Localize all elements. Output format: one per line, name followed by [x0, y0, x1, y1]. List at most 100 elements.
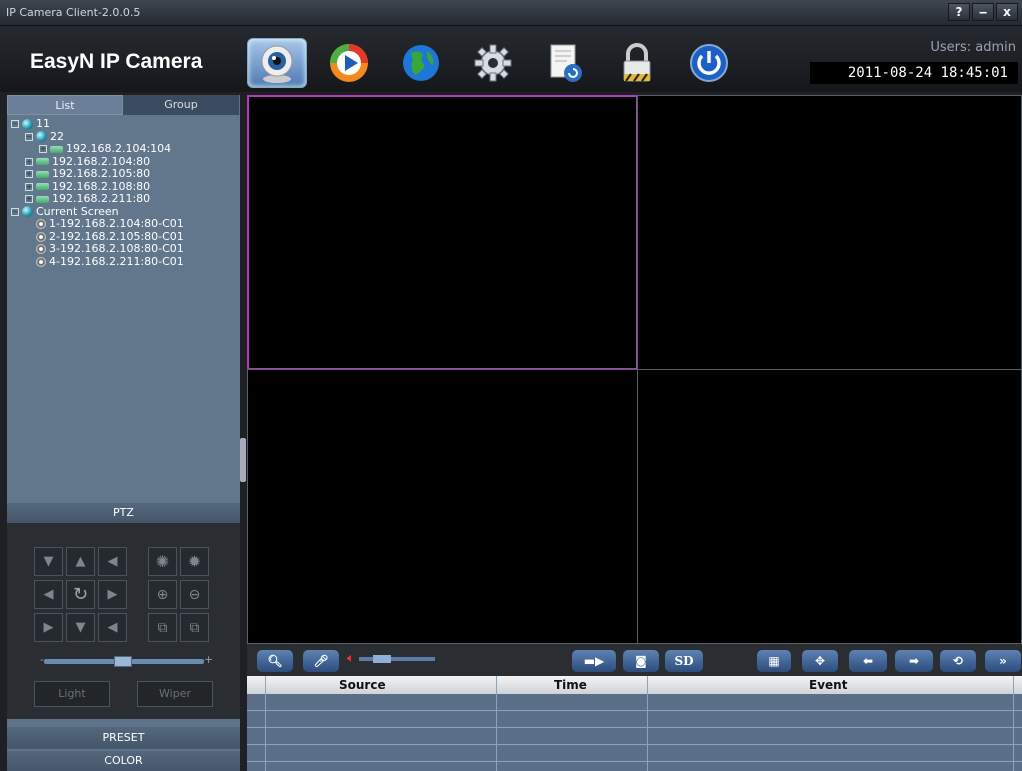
record-button[interactable]: ▬▶: [572, 650, 616, 672]
tab-group[interactable]: Group: [123, 95, 239, 115]
log-button[interactable]: [535, 38, 595, 88]
ptz-down-button[interactable]: ▼: [66, 613, 95, 642]
next-page-button[interactable]: ➡: [895, 650, 933, 672]
tree-node-group[interactable]: − 11: [11, 117, 236, 131]
exit-button[interactable]: [679, 38, 739, 88]
color-header[interactable]: COLOR: [7, 751, 240, 771]
iris-close-icon: ✹: [187, 552, 202, 571]
ptz-right-button[interactable]: ▶: [98, 580, 127, 609]
tree-node-camera[interactable]: 3-192.168.2.108:80-C01: [11, 242, 236, 256]
zoom-in-button[interactable]: ⊕: [148, 580, 177, 609]
sd-button[interactable]: SD: [665, 650, 703, 672]
ptz-left-button[interactable]: ◀: [34, 580, 63, 609]
video-cell-3[interactable]: [247, 369, 638, 644]
title-bar: IP Camera Client-2.0.0.5 ? ‒ x: [0, 0, 1022, 26]
table-row: [247, 744, 1022, 745]
speaker-icon[interactable]: 🔈︎: [347, 651, 355, 666]
video-grid: [247, 95, 1022, 644]
previous-page-button[interactable]: ⬅: [849, 650, 887, 672]
auto-rotate-icon: ↻: [72, 584, 89, 605]
arrow-right-icon: ▶: [107, 587, 118, 602]
collapse-icon[interactable]: −: [11, 207, 19, 216]
lock-icon: [623, 43, 651, 82]
playback-icon: [330, 44, 368, 82]
left-panel: List Group −11−22 +192.168.2.104:104 +192.…: [7, 95, 240, 771]
ptz-up-left-button[interactable]: ▼: [34, 547, 63, 576]
snapshot-button[interactable]: ◙: [623, 650, 659, 672]
volume-knob[interactable]: [373, 655, 391, 663]
search-icon: 🔍︎: [267, 654, 283, 668]
help-button[interactable]: ?: [948, 3, 970, 21]
panel-collapse-handle[interactable]: [240, 438, 246, 482]
column-time[interactable]: Time: [554, 678, 587, 692]
ptz-center-button[interactable]: ↻: [66, 580, 95, 609]
iris-close-button[interactable]: ✹: [180, 547, 209, 576]
ptz-down-right-button[interactable]: ◀: [98, 613, 127, 642]
tree-node-label: 3-192.168.2.108:80-C01: [49, 242, 184, 255]
fullscreen-button[interactable]: ✥: [802, 650, 838, 672]
ptz-header[interactable]: PTZ: [7, 503, 240, 523]
focus-far-button[interactable]: ⧉: [180, 613, 209, 642]
tree-node-label: 192.168.2.105:80: [52, 167, 151, 180]
light-button[interactable]: Light: [34, 681, 110, 707]
live-view-button[interactable]: [247, 38, 307, 88]
video-cell-2[interactable]: [637, 95, 1022, 370]
current-user-label: Users: admin: [930, 40, 1016, 55]
tab-list[interactable]: List: [7, 95, 123, 115]
event-log-header: Source Time Event: [247, 676, 1022, 694]
cycle-button[interactable]: ⟲: [940, 650, 976, 672]
camera-channel-icon: [36, 256, 46, 267]
datetime-display: 2011-08-24 18:45:01: [810, 62, 1018, 84]
grid-layout-icon: ▦: [768, 654, 780, 668]
tree-node-device[interactable]: +192.168.2.211:80: [11, 192, 236, 206]
ptz-speed-slider[interactable]: [44, 656, 204, 667]
talk-button[interactable]: 🎤︎: [303, 650, 339, 672]
expand-icon[interactable]: +: [25, 157, 33, 166]
slider-knob[interactable]: [114, 656, 132, 667]
ptz-up-button[interactable]: ▲: [66, 547, 95, 576]
tree-node-camera[interactable]: 4-192.168.2.211:80-C01: [11, 255, 236, 269]
tree-node-device[interactable]: +192.168.2.105:80: [11, 167, 236, 181]
settings-button[interactable]: [463, 38, 523, 88]
network-button[interactable]: [391, 38, 451, 88]
minimize-button[interactable]: ‒: [972, 3, 994, 21]
arrow-down-right-icon: ◀: [107, 620, 118, 635]
expand-icon[interactable]: +: [39, 145, 47, 154]
expand-icon[interactable]: +: [25, 170, 33, 179]
tree-node-device[interactable]: +192.168.2.104:104: [11, 142, 236, 156]
ip-device-icon: [50, 145, 63, 153]
video-cell-1[interactable]: [247, 95, 638, 370]
column-source[interactable]: Source: [339, 678, 386, 692]
wiper-button[interactable]: Wiper: [137, 681, 213, 707]
collapse-icon[interactable]: −: [25, 132, 33, 141]
globe-icon: [22, 118, 33, 130]
zoom-out-button[interactable]: ⊖: [180, 580, 209, 609]
camera-channel-icon: [36, 219, 46, 230]
globe-icon: [22, 206, 33, 218]
ptz-up-right-button[interactable]: ◀: [98, 547, 127, 576]
video-cell-4[interactable]: [637, 369, 1022, 644]
camera-icon: ◙: [635, 654, 647, 668]
lock-button[interactable]: [607, 38, 667, 88]
arrow-down-left-icon: ▶: [43, 620, 54, 635]
collapse-icon[interactable]: −: [11, 120, 19, 129]
volume-slider[interactable]: [359, 655, 435, 663]
preset-header[interactable]: PRESET: [7, 727, 240, 749]
focus-near-button[interactable]: ⧉: [148, 613, 177, 642]
close-button[interactable]: x: [996, 3, 1018, 21]
tree-node-label: 11: [36, 117, 50, 130]
expand-icon[interactable]: +: [25, 182, 33, 191]
speed-plus-label: +: [204, 653, 214, 666]
ptz-down-left-button[interactable]: ▶: [34, 613, 63, 642]
iris-open-button[interactable]: ✺: [148, 547, 177, 576]
playback-button[interactable]: [319, 38, 379, 88]
column-event[interactable]: Event: [809, 678, 847, 692]
tree-node-camera[interactable]: 1-192.168.2.104:80-C01: [11, 217, 236, 231]
layout-grid-button[interactable]: ▦: [757, 650, 791, 672]
expand-icon[interactable]: +: [25, 195, 33, 204]
expand-events-button[interactable]: »: [985, 650, 1021, 672]
col-divider: [496, 676, 497, 771]
tree-node-label: 192.168.2.211:80: [52, 192, 151, 205]
tree-node-label: 192.168.2.104:104: [66, 142, 172, 155]
search-button[interactable]: 🔍︎: [257, 650, 293, 672]
